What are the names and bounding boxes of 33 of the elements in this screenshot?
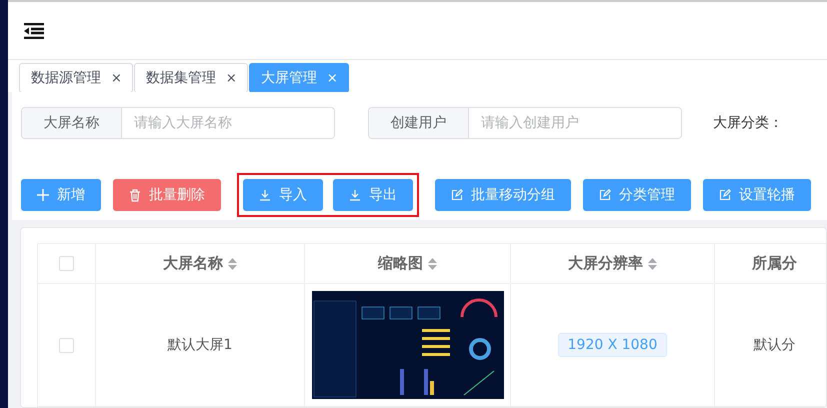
column-header[interactable]: 所属分 [715,244,827,284]
sort-icon[interactable] [648,258,657,270]
download-icon [259,189,271,201]
menu-icon[interactable] [24,22,44,38]
close-icon[interactable]: × [226,70,237,86]
sort-icon[interactable] [428,258,437,270]
download-icon [349,189,361,201]
field-label: 大屏名称 [22,108,122,138]
edit-icon [719,189,731,201]
plus-icon [37,189,49,201]
filter-label: 大屏分类： [713,114,783,132]
tab-label: 大屏管理 [260,69,317,87]
close-icon[interactable]: × [111,70,122,86]
search-field[interactable]: 大屏名称 请输入大屏名称 [21,107,335,139]
tab[interactable]: 数据集管理 × [134,63,248,93]
tab-label: 数据源管理 [31,69,101,87]
trash-icon [129,188,141,202]
column-header[interactable]: 缩略图 [305,244,511,284]
checkbox[interactable] [59,338,74,352]
column-header[interactable]: 大屏名称 [96,244,305,284]
sort-icon[interactable] [228,258,237,270]
resolution-tag: 1920 X 1080 [558,333,668,357]
edit-icon [451,189,463,201]
search-field[interactable]: 创建用户 请输入创建用户 [368,107,682,139]
checkbox[interactable] [59,256,74,271]
table-cell: 默认大屏1 [96,284,305,407]
toolbar-button[interactable]: 批量删除 [113,179,221,211]
field-label: 创建用户 [369,108,469,138]
table-cell: 默认分 [715,284,827,407]
edit-icon [599,189,611,201]
tab[interactable]: 数据源管理 × [19,63,133,93]
column-header[interactable]: 大屏分辨率 [511,244,715,284]
tab-label: 数据集管理 [146,69,216,87]
